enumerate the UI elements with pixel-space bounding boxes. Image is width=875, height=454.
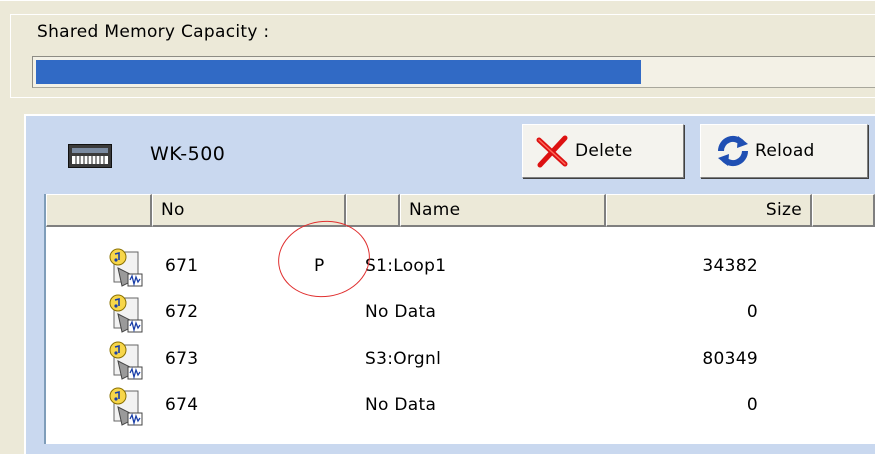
wave-file-icon xyxy=(109,387,143,426)
row-size: 0 xyxy=(746,395,758,415)
row-name: S1:Loop1 xyxy=(365,256,447,276)
table-row[interactable]: 671 P S1:Loop1 34382 xyxy=(46,248,875,294)
row-name: S3:Orgnl xyxy=(365,349,442,369)
column-header-icon[interactable] xyxy=(46,194,152,227)
device-name: WK-500 xyxy=(150,143,226,165)
capacity-progress-fill xyxy=(36,60,641,84)
row-name: No Data xyxy=(365,395,437,415)
row-size: 0 xyxy=(746,302,758,322)
capacity-progress-bar xyxy=(32,56,875,88)
delete-button-label: Delete xyxy=(575,141,633,161)
reload-button[interactable]: Reload xyxy=(700,124,868,178)
table-row[interactable]: 674 No Data 0 xyxy=(46,387,875,433)
table-row[interactable]: 673 S3:Orgnl 80349 xyxy=(46,341,875,387)
wave-file-icon xyxy=(109,294,143,333)
column-header-protect[interactable] xyxy=(346,194,400,227)
window-top-edge xyxy=(0,0,875,1)
reload-button-label: Reload xyxy=(755,141,815,161)
delete-button[interactable]: Delete xyxy=(522,124,684,178)
row-name: No Data xyxy=(365,302,437,322)
keyboard-icon xyxy=(68,144,112,168)
column-header-size[interactable]: Size xyxy=(606,194,812,227)
wave-file-icon xyxy=(109,341,143,380)
row-size: 80349 xyxy=(702,349,758,369)
table-row[interactable]: 672 No Data 0 xyxy=(46,294,875,340)
column-header-filler xyxy=(812,194,875,227)
row-no: 674 xyxy=(165,395,199,415)
refresh-icon xyxy=(717,135,749,167)
wave-file-icon xyxy=(109,248,143,287)
row-no: 671 xyxy=(165,256,199,276)
red-x-icon xyxy=(536,135,568,168)
row-no: 672 xyxy=(165,302,199,322)
capacity-label: Shared Memory Capacity : xyxy=(37,22,270,42)
row-size: 34382 xyxy=(702,256,758,276)
row-no: 673 xyxy=(165,349,199,369)
list-header: No Name Size xyxy=(46,194,875,227)
column-header-name[interactable]: Name xyxy=(400,194,606,227)
